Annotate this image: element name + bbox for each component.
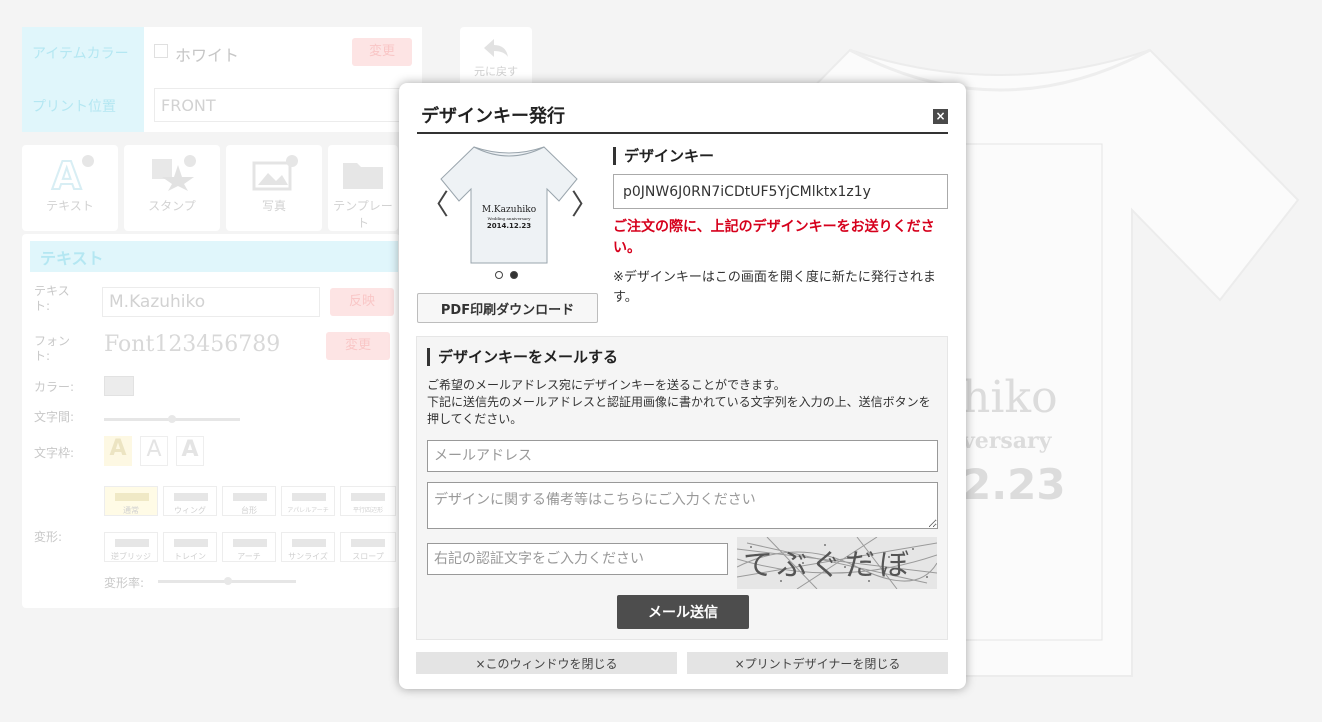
design-key-heading: デザインキー: [613, 147, 714, 165]
deform-label: 変形:: [34, 530, 63, 544]
tool-text-button[interactable]: A テキスト: [22, 145, 118, 231]
svg-text:A: A: [52, 155, 82, 191]
spacing-label: 文字間:: [34, 410, 75, 424]
captcha-text: てぶぐだぼ: [743, 548, 913, 583]
color-label: カラー:: [34, 380, 75, 394]
email-section: デザインキーをメールする ご希望のメールアドレス宛にデザインキーを送ることができ…: [416, 336, 948, 640]
tool-text-label: テキスト: [46, 199, 94, 213]
shape-option[interactable]: サンライズ: [281, 532, 335, 562]
email-section-heading: デザインキーをメールする: [427, 348, 618, 366]
tool-template-label: テンプレート: [333, 199, 393, 230]
text-field-label: テキスト:: [34, 284, 70, 313]
tool-photo-button[interactable]: 写真: [226, 145, 322, 231]
tool-template-button[interactable]: テンプレート: [328, 145, 398, 231]
outline-thin-option[interactable]: A: [140, 436, 168, 466]
item-color-label: アイテムカラー: [22, 27, 144, 79]
item-color-swatch[interactable]: [154, 44, 168, 58]
outline-none-option[interactable]: A: [104, 436, 132, 466]
carousel-dot-active[interactable]: [510, 271, 518, 279]
tshirt-text-line2: versary: [962, 428, 1052, 454]
deform-rate-slider[interactable]: [158, 577, 296, 585]
tshirt-text-line1: hiko: [962, 372, 1058, 423]
shape-option[interactable]: ウィング: [163, 486, 217, 516]
email-section-description: ご希望のメールアドレス宛にデザインキーを送ることができます。 下記に送信先のメー…: [427, 377, 941, 428]
font-preview[interactable]: Font123456789: [104, 332, 280, 357]
folder-icon: [343, 163, 383, 189]
carousel-dot[interactable]: [495, 271, 503, 279]
captcha-image: てぶぐだぼ: [737, 537, 937, 589]
tool-stamp-label: スタンプ: [148, 199, 196, 213]
stamp-tool-icon: [152, 155, 196, 191]
carousel-dots: [495, 271, 518, 279]
print-position-select[interactable]: FRONT: [154, 88, 414, 122]
design-key-warning: ご注文の際に、上記のデザインキーをお送りください。: [613, 219, 935, 256]
text-apply-button[interactable]: 反映: [330, 288, 394, 316]
shape-option[interactable]: 通常: [104, 486, 158, 516]
outline-thick-option[interactable]: A: [176, 436, 204, 466]
modal-title: デザインキー発行: [421, 106, 565, 127]
notes-textarea[interactable]: [427, 482, 938, 529]
text-tool-icon: A: [51, 155, 94, 191]
undo-button[interactable]: 元に戻す: [460, 27, 532, 87]
preview-text: M.Kazuhiko Wedding anniversary 2014.12.2…: [469, 206, 549, 230]
email-desc-line2: 下記に送信先のメールアドレスと認証用画像に書かれている文字列を入力の上、送信ボタ…: [427, 395, 931, 426]
outline-label: 文字枠:: [34, 446, 75, 460]
design-key-field[interactable]: [613, 174, 948, 209]
preview-line1: M.Kazuhiko: [481, 205, 537, 215]
close-window-button[interactable]: ×このウィンドウを閉じる: [416, 652, 677, 674]
font-change-button[interactable]: 変更: [326, 332, 390, 360]
preview-line2: Wedding anniversary: [487, 216, 531, 221]
shape-option[interactable]: アーチ: [222, 532, 276, 562]
tool-photo-label: 写真: [261, 199, 286, 213]
pdf-download-button[interactable]: PDF印刷ダウンロード: [417, 293, 598, 323]
title-divider: [417, 132, 948, 134]
preview-line3: 2014.12.23: [486, 222, 532, 230]
undo-icon: [484, 39, 508, 57]
undo-label: 元に戻す: [474, 65, 518, 78]
font-label: フォント:: [34, 334, 71, 363]
text-field[interactable]: M.Kazuhiko: [102, 287, 320, 317]
email-input[interactable]: [427, 440, 938, 472]
shape-option[interactable]: トレイン: [163, 532, 217, 562]
tool-stamp-button[interactable]: スタンプ: [124, 145, 220, 231]
item-color-change-button[interactable]: 変更: [352, 38, 412, 66]
design-key-modal: デザインキー発行 × 〈 M.Kazuhiko Wedding annivers…: [399, 83, 966, 689]
tshirt-text-line3: 2.23: [962, 460, 1066, 509]
print-position-label: プリント位置: [22, 79, 144, 132]
close-designer-button[interactable]: ×プリントデザイナーを閉じる: [687, 652, 948, 674]
captcha-input[interactable]: [427, 543, 728, 575]
shape-option[interactable]: 台形: [222, 486, 276, 516]
spacing-slider-handle[interactable]: [168, 415, 176, 423]
deform-rate-label: 変形率:: [104, 576, 145, 590]
design-key-note: ※デザインキーはこの画面を開く度に新たに発行されます。: [613, 270, 936, 305]
send-email-button[interactable]: メール送信: [617, 595, 749, 629]
photo-tool-icon: [252, 155, 298, 191]
shape-option[interactable]: 逆ブリッジ: [104, 532, 158, 562]
text-color-swatch[interactable]: [104, 376, 134, 396]
text-panel-title: テキスト: [30, 241, 398, 272]
deform-rate-slider-handle[interactable]: [224, 577, 232, 585]
item-color-value: ホワイト: [175, 46, 240, 65]
close-icon[interactable]: ×: [933, 109, 948, 124]
carousel-next-arrow[interactable]: 〉: [571, 191, 599, 219]
spacing-slider[interactable]: [104, 415, 240, 423]
shape-option[interactable]: アパレルアーチ: [281, 486, 335, 516]
email-desc-line1: ご希望のメールアドレス宛にデザインキーを送ることができます。: [427, 378, 786, 392]
shape-option[interactable]: スロープ: [340, 532, 396, 562]
shape-option[interactable]: 平行四辺形: [340, 486, 396, 516]
